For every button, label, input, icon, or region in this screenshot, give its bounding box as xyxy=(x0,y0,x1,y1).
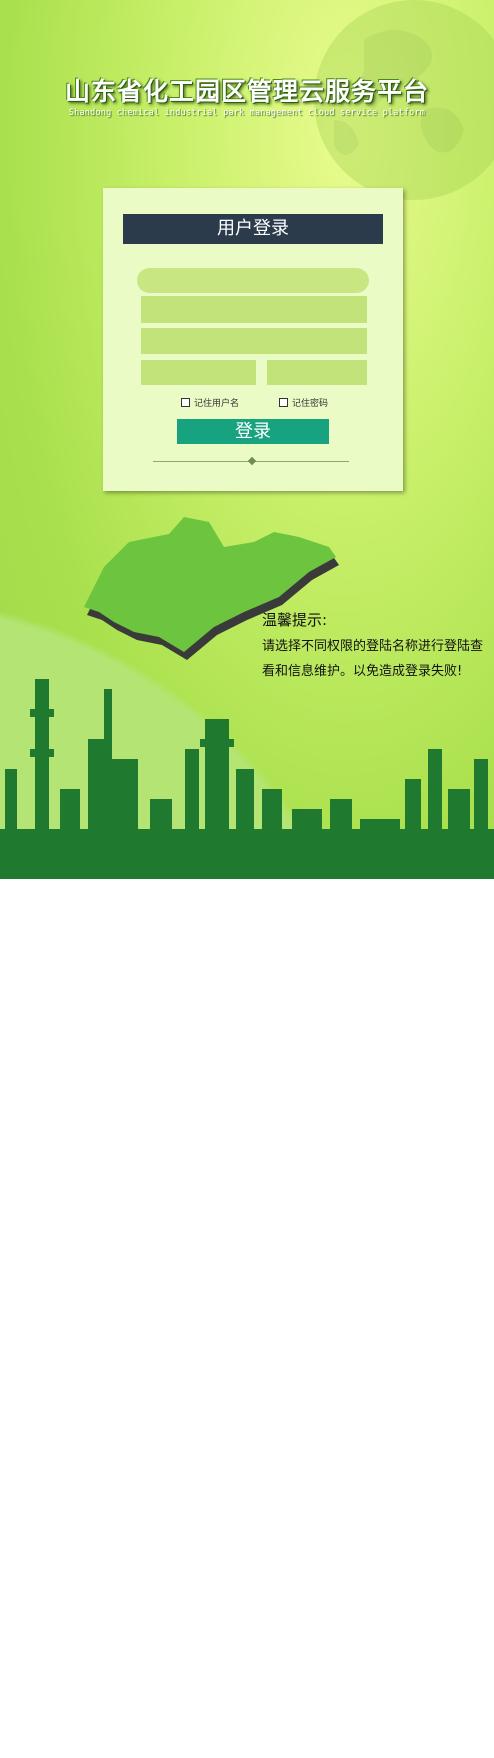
captcha-field[interactable] xyxy=(141,360,256,385)
remember-password-label: 记住密码 xyxy=(292,399,329,409)
login-panel: 用户登录 记住用户名 记住密码 登录 xyxy=(103,188,403,491)
checkbox-icon xyxy=(279,398,288,407)
industrial-skyline xyxy=(0,679,494,879)
remember-username-label: 记住用户名 xyxy=(194,399,240,409)
remember-password-checkbox[interactable]: 记住密码 xyxy=(279,396,328,409)
login-button[interactable]: 登录 xyxy=(177,419,329,444)
login-panel-title: 用户登录 xyxy=(123,214,383,244)
username-field[interactable] xyxy=(141,296,367,323)
checkbox-icon xyxy=(181,398,190,407)
remember-username-checkbox[interactable]: 记住用户名 xyxy=(181,396,239,409)
page-subtitle: Shandong chemical industrial park manage… xyxy=(68,108,426,118)
captcha-image[interactable] xyxy=(267,360,367,385)
organization-select[interactable] xyxy=(137,268,369,293)
divider-ornament-icon xyxy=(247,456,257,466)
tip-title: 温馨提示: xyxy=(262,611,328,629)
page-title: 山东省化工园区管理云服务平台 xyxy=(64,77,429,106)
password-field[interactable] xyxy=(141,328,367,354)
